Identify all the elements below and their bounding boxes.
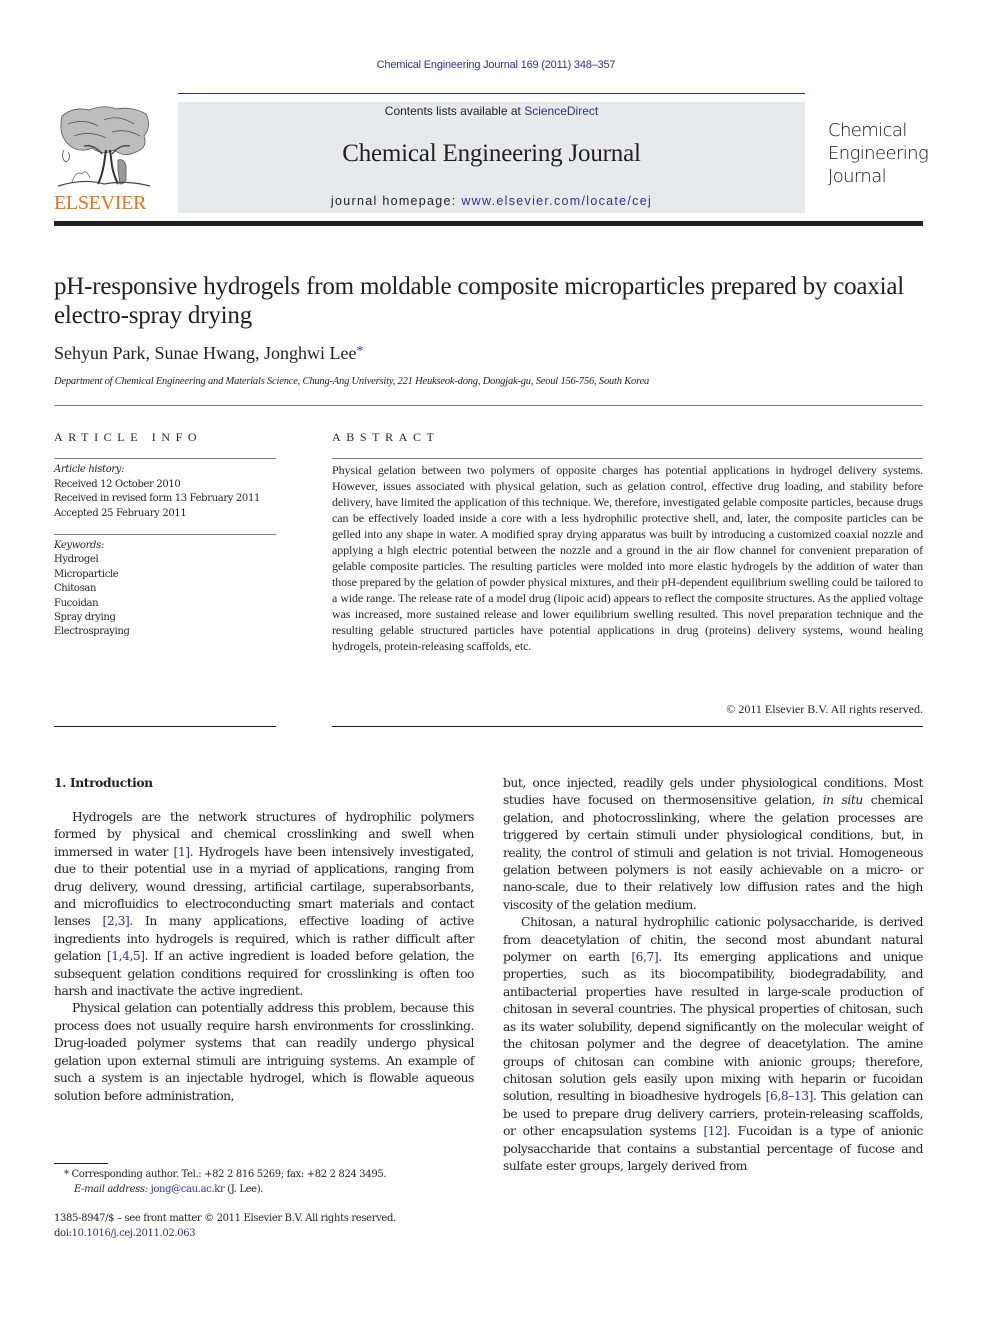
abstract-text: Physical gelation between two polymers o… <box>332 463 923 653</box>
history-item: Received in revised form 13 February 201… <box>54 493 260 504</box>
citation-link[interactable]: [6,7] <box>631 950 658 964</box>
keyword: Hydrogel <box>54 554 99 566</box>
citation-link[interactable]: [2,3] <box>102 914 129 928</box>
email-suffix: (J. Lee). <box>224 1184 264 1195</box>
front-matter: 1385-8947/$ – see front matter © 2011 El… <box>54 1211 474 1241</box>
footnote-corresponding: Corresponding author. Tel.: +82 2 816 52… <box>71 1169 387 1180</box>
doi-link[interactable]: 10.1016/j.cej.2011.02.063 <box>72 1228 196 1239</box>
email-link[interactable]: jong@cau.ac.kr <box>151 1184 225 1195</box>
journal-logo: Chemical Engineering Journal <box>828 119 929 188</box>
article-info-heading: ARTICLE INFO <box>54 430 203 444</box>
citation-link[interactable]: [6,8–13] <box>766 1089 814 1103</box>
journal-logo-line: Chemical <box>828 120 907 141</box>
article-history: Article history: Received 12 October 201… <box>54 463 284 521</box>
journal-banner: Contents lists available at ScienceDirec… <box>178 102 805 213</box>
divider <box>54 534 276 535</box>
homepage-prefix: journal homepage: <box>330 194 462 208</box>
elsevier-wordmark: ELSEVIER <box>54 192 147 214</box>
divider <box>54 726 276 727</box>
body-paragraph: but, once injected, readily gels under p… <box>503 775 923 914</box>
affiliation: Department of Chemical Engineering and M… <box>54 376 650 387</box>
elsevier-logo[interactable]: ELSEVIER <box>54 104 158 216</box>
journal-logo-line: Engineering <box>828 143 929 164</box>
footnote-rule <box>54 1163 108 1164</box>
keywords-label: Keywords: <box>54 540 104 551</box>
article-history-label: Article history: <box>54 464 125 475</box>
contents-line: Contents lists available at ScienceDirec… <box>178 104 805 118</box>
email-label: E-mail address: <box>74 1184 148 1195</box>
history-item: Accepted 25 February 2011 <box>54 507 187 519</box>
keyword: Chitosan <box>54 583 97 595</box>
body-paragraph: Chitosan, a natural hydrophilic cationic… <box>503 914 923 1175</box>
citation-link[interactable]: [1,4,5] <box>107 949 145 963</box>
journal-title: Chemical Engineering Journal <box>342 140 641 167</box>
abstract-copyright: © 2011 Elsevier B.V. All rights reserved… <box>726 702 923 716</box>
journal-citation[interactable]: Chemical Engineering Journal 169 (2011) … <box>0 59 992 71</box>
divider <box>54 405 923 406</box>
divider <box>332 458 923 459</box>
paper-title: pH-responsive hydrogels from moldable co… <box>54 273 904 329</box>
contents-prefix: Contents lists available at <box>384 104 525 118</box>
divider <box>54 458 276 459</box>
keyword: Fucoidan <box>54 597 99 609</box>
body-column-right: but, once injected, readily gels under p… <box>503 775 923 1175</box>
footnote-mark: * <box>64 1169 69 1180</box>
section-heading-introduction: 1. Introduction <box>54 775 153 790</box>
corresponding-author-link[interactable]: * <box>356 344 363 359</box>
elsevier-tree-icon <box>57 106 151 187</box>
citation-link[interactable]: [12] <box>703 1124 727 1138</box>
keyword: Microparticle <box>54 568 119 580</box>
emphasis-text: in situ <box>822 793 864 808</box>
paragraph-text: chemical gelation, and photocrosslinking… <box>503 793 923 912</box>
citation-link[interactable]: [1] <box>173 845 190 859</box>
divider <box>332 726 923 727</box>
front-matter-text: 1385-8947/$ – see front matter © 2011 El… <box>54 1213 396 1224</box>
paragraph-text: Physical gelation can potentially addres… <box>54 1001 474 1103</box>
body-paragraph: Physical gelation can potentially addres… <box>54 1000 474 1104</box>
homepage-line: journal homepage: www.elsevier.com/locat… <box>178 194 805 208</box>
authors-text: Sehyun Park, Sunae Hwang, Jonghwi Lee <box>54 343 357 363</box>
sciencedirect-link[interactable]: ScienceDirect <box>524 104 598 118</box>
abstract-heading: ABSTRACT <box>332 430 440 444</box>
keyword: Electrospraying <box>54 626 130 638</box>
keyword: Spray drying <box>54 612 116 624</box>
history-item: Received 12 October 2010 <box>54 478 181 490</box>
header-rule <box>178 93 805 94</box>
header-thick-rule <box>54 221 923 226</box>
keywords: Keywords: Hydrogel Microparticle Chitosa… <box>54 539 284 640</box>
journal-logo-line: Journal <box>828 166 887 187</box>
doi-prefix: doi: <box>54 1228 72 1239</box>
body-paragraph: Hydrogels are the network structures of … <box>54 809 474 1000</box>
corresponding-author-footnote: * Corresponding author. Tel.: +82 2 816 … <box>54 1167 474 1197</box>
body-column-left: Hydrogels are the network structures of … <box>54 809 474 1105</box>
homepage-link[interactable]: www.elsevier.com/locate/cej <box>461 194 652 208</box>
author-list: Sehyun Park, Sunae Hwang, Jonghwi Lee* <box>54 343 363 364</box>
paragraph-text: . Its emerging applications and unique p… <box>503 950 923 1104</box>
